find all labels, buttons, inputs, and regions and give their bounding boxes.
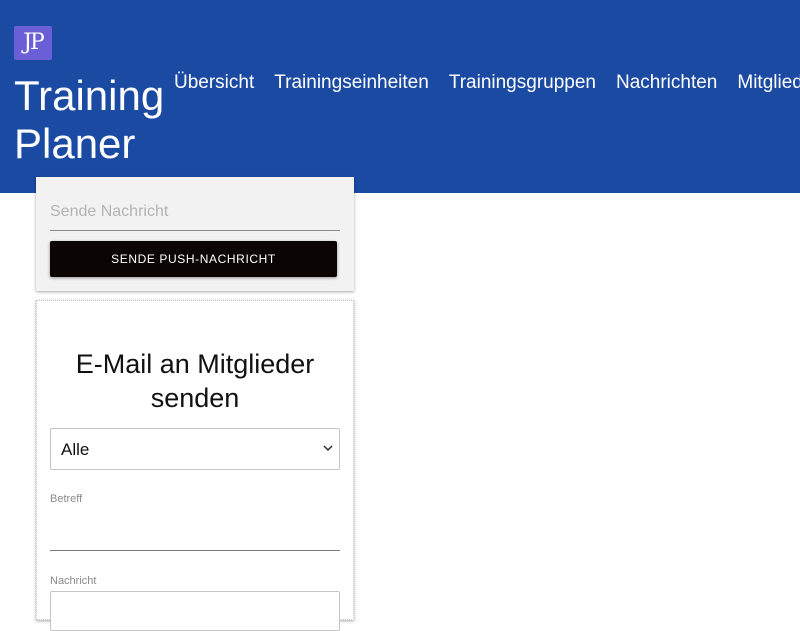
app-title-line2: Planer (14, 120, 136, 167)
recipient-select[interactable]: Alle (50, 428, 340, 470)
nav-item-trainingseinheiten[interactable]: Trainingseinheiten (274, 70, 429, 96)
app-title-line1: Training (14, 72, 165, 119)
main-nav: Übersicht Trainingseinheiten Trainingsgr… (174, 70, 800, 96)
nav-item-trainingsgruppen[interactable]: Trainingsgruppen (449, 70, 596, 96)
push-message-input[interactable] (50, 193, 340, 231)
recipient-select-value: Alle (61, 440, 90, 459)
chevron-down-icon (323, 445, 333, 451)
push-message-card: SENDE PUSH-NACHRICHT (36, 177, 354, 291)
subject-input[interactable] (50, 513, 340, 551)
send-push-button[interactable]: SENDE PUSH-NACHRICHT (50, 241, 337, 277)
message-textarea[interactable] (50, 591, 340, 631)
nav-item-uebersicht[interactable]: Übersicht (174, 70, 254, 96)
subject-label: Betreff (50, 493, 83, 505)
email-card-title: E-Mail an Mitglieder senden (75, 349, 315, 413)
message-label: Nachricht (50, 575, 97, 587)
nav-item-mitglieder[interactable]: Mitglieder (737, 70, 800, 96)
app-logo[interactable]: JP (14, 26, 52, 60)
email-members-card: E-Mail an Mitglieder senden Alle Betreff… (36, 300, 354, 631)
app-title[interactable]: Training Planer (14, 72, 174, 168)
app-header: JP Training Planer Übersicht Trainingsei… (0, 0, 800, 193)
nav-item-nachrichten[interactable]: Nachrichten (616, 70, 717, 96)
